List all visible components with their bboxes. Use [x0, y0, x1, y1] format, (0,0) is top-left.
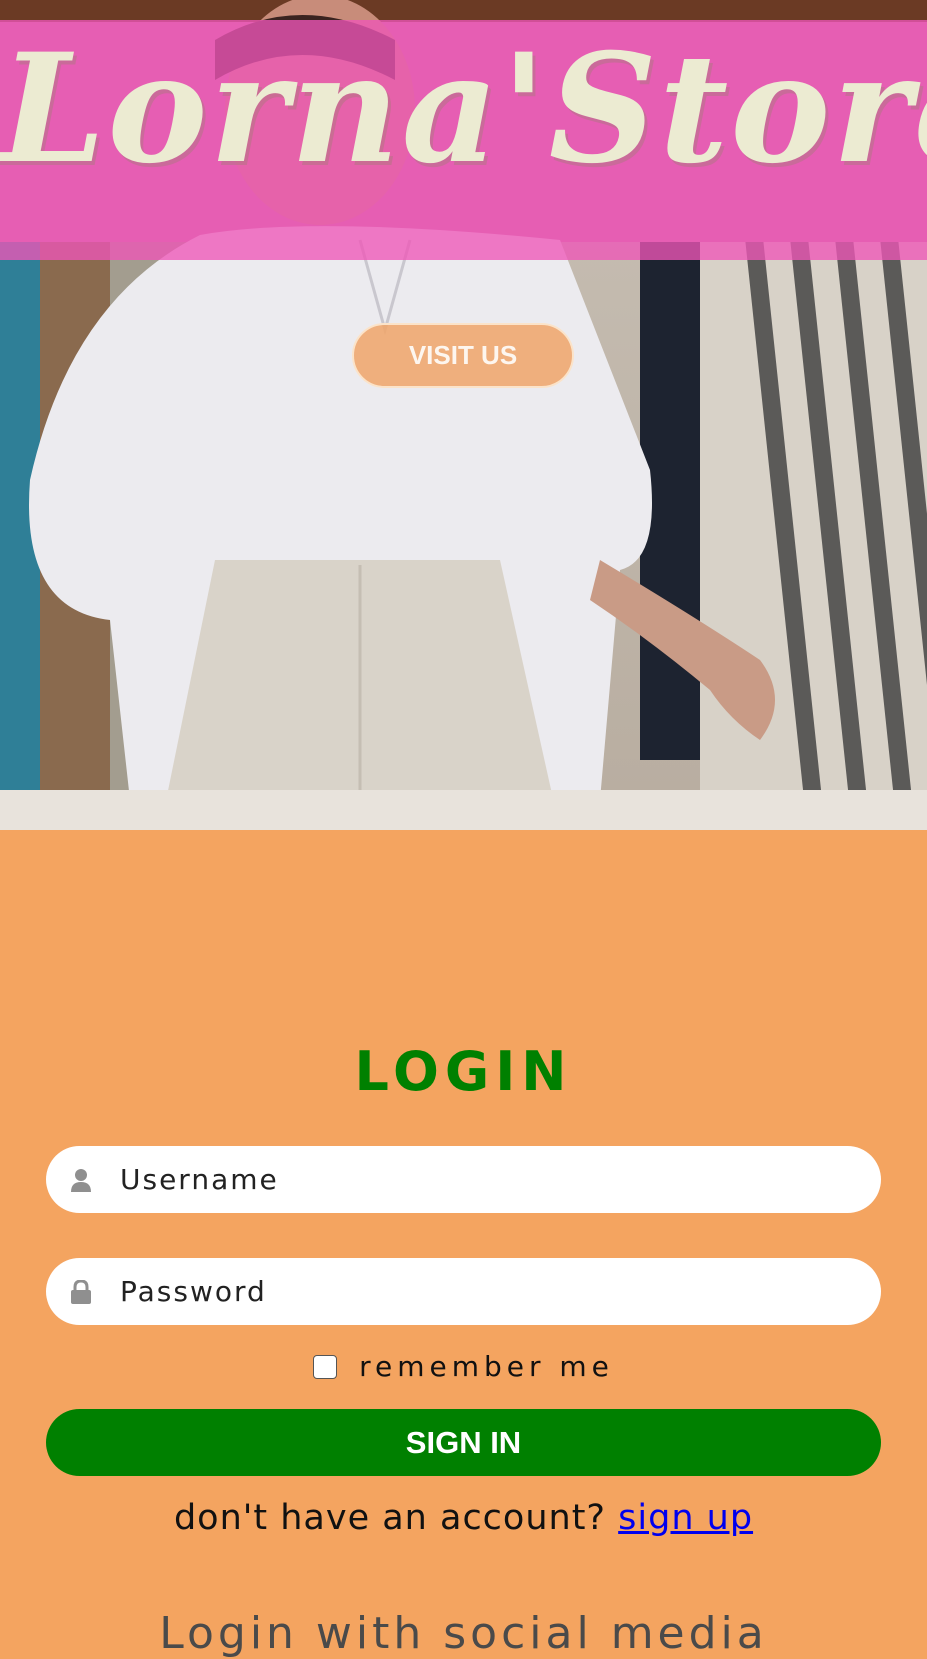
remember-me-label: remember me — [359, 1350, 614, 1383]
login-title: LOGIN — [354, 1040, 573, 1103]
hero-section: Lorna'Store VISIT US — [0, 0, 927, 830]
brand-title: Lorna'Store — [0, 21, 927, 197]
sign-in-button[interactable]: SIGN IN — [46, 1409, 881, 1476]
no-account-text: don't have an account? — [173, 1498, 607, 1538]
signup-prompt: don't have an account? sign up — [0, 1498, 927, 1538]
username-input[interactable] — [118, 1162, 858, 1197]
remember-me-checkbox[interactable] — [313, 1354, 338, 1379]
visit-us-button[interactable]: VISIT US — [352, 323, 574, 388]
lock-icon — [68, 1279, 94, 1305]
social-login-title: Login with social media — [159, 1608, 768, 1659]
username-field[interactable] — [46, 1146, 881, 1213]
sign-up-link[interactable]: sign up — [618, 1498, 753, 1538]
remember-me-row: remember me — [0, 1350, 927, 1383]
password-field[interactable] — [46, 1258, 881, 1325]
user-icon — [68, 1167, 94, 1193]
password-input[interactable] — [118, 1274, 858, 1309]
